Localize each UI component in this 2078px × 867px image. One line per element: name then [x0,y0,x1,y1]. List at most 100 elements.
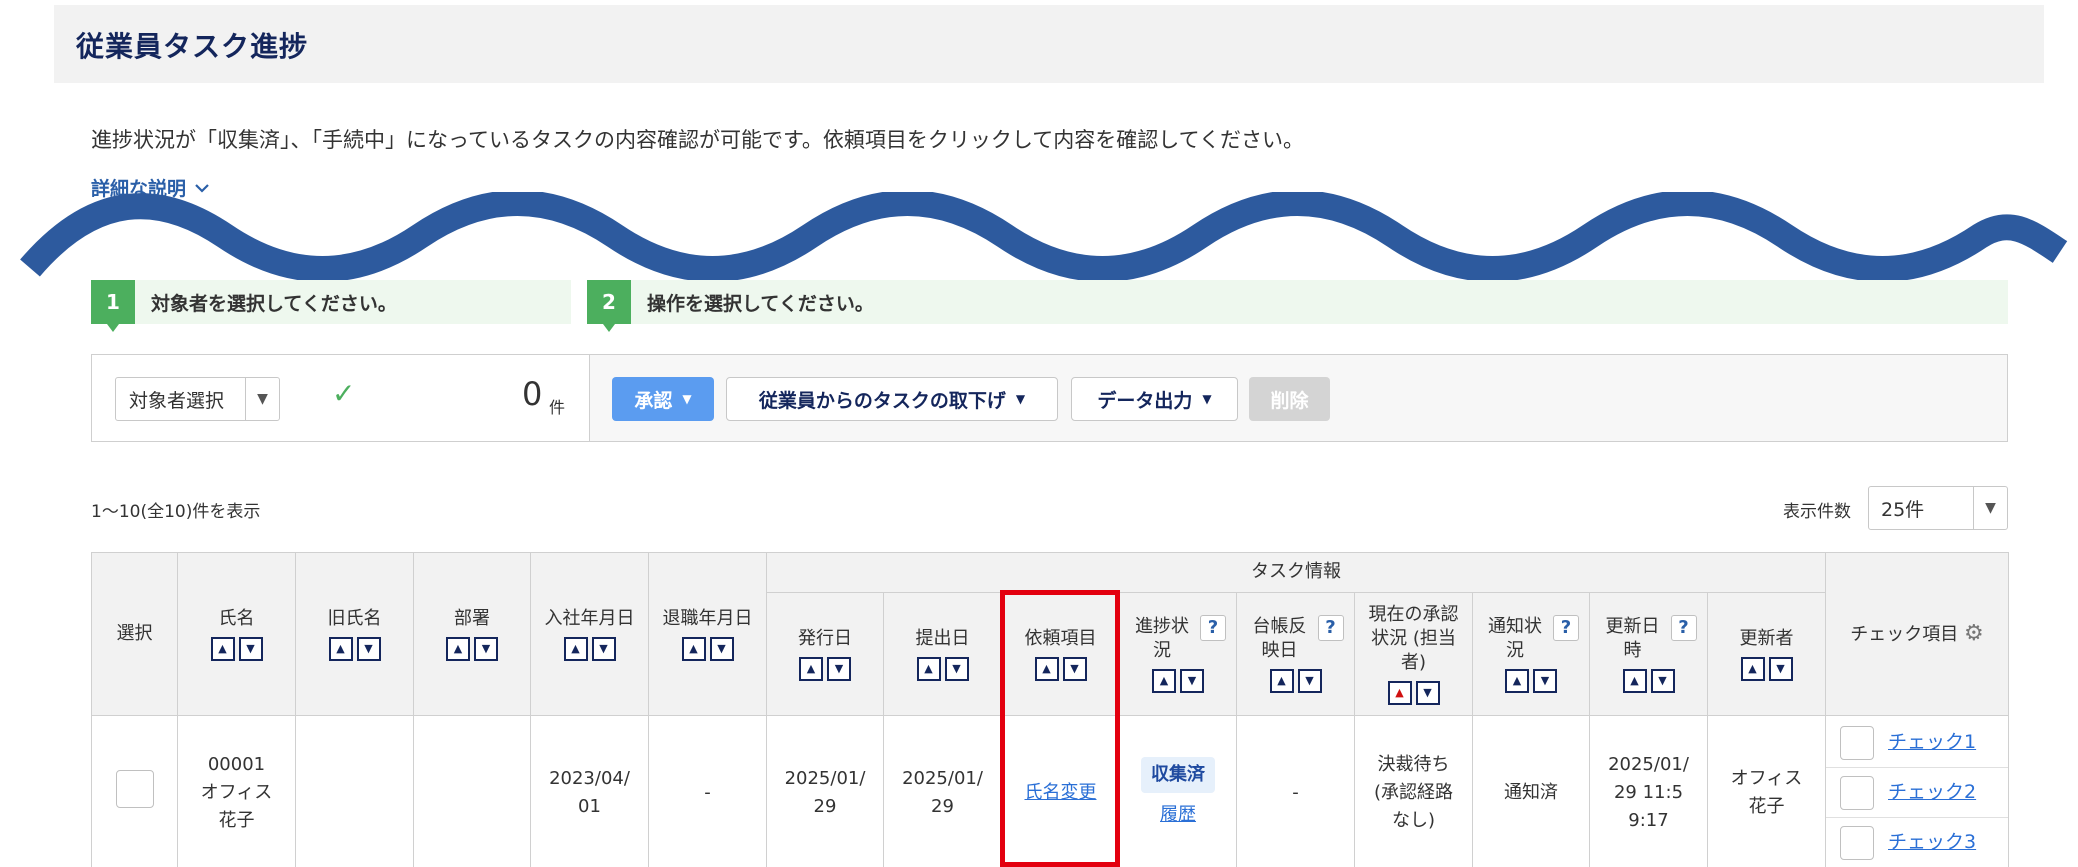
target-selection-area: 対象者選択 ▼ ✓ 0 件 [92,355,590,441]
header-updated-at: 更新日時? ▲ ▼ [1589,592,1708,716]
header-select: 選択 [91,552,178,716]
check-item-link[interactable]: チェック3 [1888,828,1976,857]
result-count: 1〜10(全10)件を表示 [91,502,261,522]
check-item: チェック2 [1826,768,2009,818]
sort-asc-icon[interactable]: ▲ [1622,669,1647,694]
sort-asc-icon[interactable]: ▲ [916,657,941,682]
header-leave-date: 退職年月日 ▲ ▼ [648,552,767,716]
check-item-link[interactable]: チェック2 [1888,778,1976,807]
check-item-link[interactable]: チェック1 [1888,728,1976,757]
withdraw-task-button[interactable]: 従業員からのタスクの取下げ ▼ [726,377,1058,421]
sort-desc-icon[interactable]: ▼ [1415,681,1440,706]
cell-updater: オフィス 花子 [1706,715,1827,867]
check-item-checkbox[interactable] [1840,725,1875,760]
sort-asc-icon[interactable]: ▲ [1740,657,1765,682]
step-1: 1 対象者を選択してください。 [91,280,571,332]
sort-asc-icon[interactable]: ▲ [210,637,235,662]
target-select-label: 対象者選択 [129,389,225,412]
caret-down-icon: ▼ [682,392,692,406]
check-item-checkbox[interactable] [1840,826,1875,860]
history-link[interactable]: 履歴 [1120,801,1236,829]
cell-notice-status: 通知済 [1472,715,1590,867]
header-notice-status: 通知状況? ▲ ▼ [1472,592,1590,716]
sort-desc-icon[interactable]: ▼ [1650,669,1675,694]
cell-updated-at: 2025/01/29 11:59:17 [1589,715,1708,867]
delete-button[interactable]: 削除 [1249,377,1330,421]
action-bar: 対象者選択 ▼ ✓ 0 件 承認 ▼ 従業員からのタスクの取下げ ▼ データ出力… [91,354,2008,442]
header-updater: 更新者 ▲ ▼ [1706,592,1827,716]
sort-desc-icon[interactable]: ▼ [1180,669,1204,694]
sort-asc-icon[interactable]: ▲ [446,637,470,662]
sort-buttons: ▲ ▼ [681,637,734,662]
help-icon[interactable]: ? [1317,614,1344,641]
status-badge: 収集済 [1141,757,1215,793]
sort-asc-icon[interactable]: ▲ [799,657,823,682]
sort-asc-icon[interactable]: ▲ [563,637,588,662]
sort-desc-icon[interactable]: ▼ [1533,669,1557,694]
sort-asc-icon[interactable]: ▲ [328,637,353,662]
step-guide: 1 対象者を選択してください。 2 操作を選択してください。 [91,280,2008,332]
caret-down-icon: ▼ [1015,392,1026,406]
selected-count: 0 [522,375,543,413]
data-export-button[interactable]: データ出力 ▼ [1071,377,1238,421]
help-icon[interactable]: ? [1200,614,1226,641]
cell-approval-status: 決裁待ち (承認経路なし) [1354,715,1473,867]
row-select-checkbox[interactable] [115,769,154,808]
sort-asc-icon[interactable]: ▲ [1505,669,1529,694]
sort-buttons: ▲ ▼ [328,637,381,662]
sort-asc-icon[interactable]: ▲ [681,637,706,662]
step-1-number: 1 [91,280,135,332]
sort-buttons: ▲ ▼ [1269,669,1322,694]
header-old-name: 旧氏名 ▲ ▼ [295,552,414,716]
caret-down-icon: ▼ [1973,487,2007,529]
gear-icon[interactable]: ⚙ [1964,621,1984,646]
step-1-label: 対象者を選択してください。 [151,292,397,315]
sort-desc-icon[interactable]: ▼ [238,637,263,662]
sort-desc-icon[interactable]: ▼ [944,657,969,682]
sort-asc-icon[interactable]: ▲ [1269,669,1294,694]
sort-asc-icon[interactable]: ▲ [1387,681,1412,706]
sort-asc-icon[interactable]: ▲ [1152,669,1176,694]
caret-down-icon: ▼ [1202,392,1212,406]
per-page-select[interactable]: 25件 ▼ [1868,486,2008,530]
approve-button[interactable]: 承認 ▼ [612,377,714,421]
target-select-dropdown[interactable]: 対象者選択 ▼ [115,377,280,421]
sort-buttons: ▲ ▼ [1387,681,1440,706]
sort-buttons: ▲ ▼ [563,637,616,662]
help-icon[interactable]: ? [1553,614,1579,641]
sort-buttons: ▲ ▼ [799,657,851,682]
header-submit-date: 提出日 ▲ ▼ [883,592,1002,716]
sort-desc-icon[interactable]: ▼ [356,637,381,662]
sort-desc-icon[interactable]: ▼ [474,637,498,662]
cell-old-name [295,715,414,867]
sort-desc-icon[interactable]: ▼ [827,657,851,682]
sort-desc-icon[interactable]: ▼ [1297,669,1322,694]
cell-leave-date: - [648,715,767,867]
header-issue-date: 発行日 ▲ ▼ [766,592,884,716]
chevron-down-icon [195,183,209,193]
check-item-checkbox[interactable] [1840,775,1875,810]
checkmark-icon: ✓ [332,377,356,410]
employee-number: 00001 [207,754,266,776]
step-2: 2 操作を選択してください。 [587,280,2008,332]
sort-buttons: ▲ ▼ [210,637,263,662]
withdraw-button-label: 従業員からのタスクの取下げ [758,389,1006,412]
check-item: チェック1 [1826,718,2009,768]
cell-check-items: チェック1 チェック2 チェック3 [1825,715,2010,867]
sort-desc-icon[interactable]: ▼ [709,637,734,662]
delete-button-label: 削除 [1270,389,1309,412]
sort-buttons: ▲ ▼ [1740,657,1793,682]
cell-department [413,715,531,867]
header-department: 部署 ▲ ▼ [413,552,531,716]
sort-desc-icon[interactable]: ▼ [1768,657,1793,682]
sort-desc-icon[interactable]: ▼ [591,637,616,662]
sort-buttons: ▲ ▼ [446,637,498,662]
cell-submit-date: 2025/01/29 [883,715,1002,867]
help-icon[interactable]: ? [1670,614,1697,641]
header-ledger-date: 台帳反映日? ▲ ▼ [1236,592,1355,716]
check-item: チェック3 [1826,818,2008,867]
header-progress: 進捗状況? ▲ ▼ [1119,592,1237,716]
caret-down-icon: ▼ [245,378,279,420]
selected-count-unit: 件 [549,398,566,417]
sort-buttons: ▲ ▼ [1505,669,1557,694]
